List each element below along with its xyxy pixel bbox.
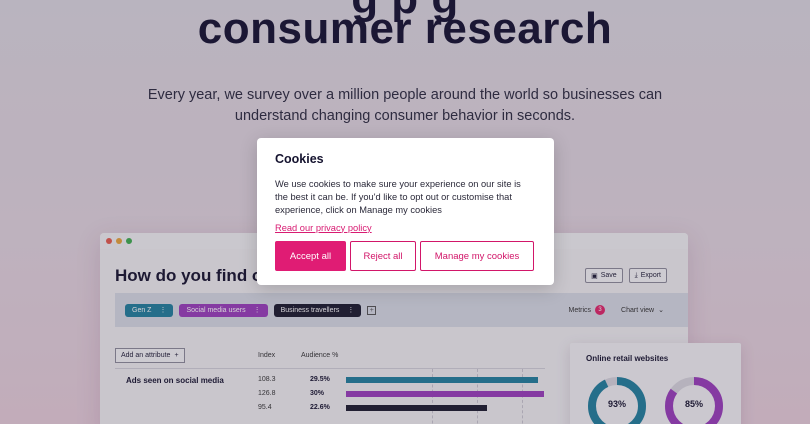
reject-all-button[interactable]: Reject all bbox=[350, 241, 416, 271]
cookie-buttons: Accept all Reject all Manage my cookies bbox=[275, 241, 534, 271]
cookie-consent-dialog: Cookies We use cookies to make sure your… bbox=[257, 138, 554, 285]
privacy-policy-link[interactable]: Read our privacy policy bbox=[275, 223, 372, 233]
accept-all-button[interactable]: Accept all bbox=[275, 241, 346, 271]
cookie-title: Cookies bbox=[275, 152, 324, 166]
manage-cookies-button[interactable]: Manage my cookies bbox=[420, 241, 534, 271]
cookie-description: We use cookies to make sure your experie… bbox=[275, 179, 521, 216]
